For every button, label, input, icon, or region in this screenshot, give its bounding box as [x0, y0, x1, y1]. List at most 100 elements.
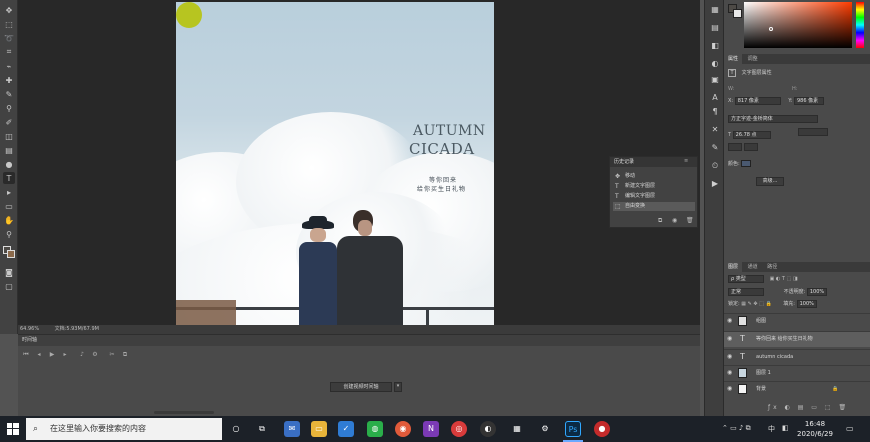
panel-menu-icon[interactable]: ≡ — [684, 158, 688, 164]
play-icon[interactable]: ▶ — [48, 351, 56, 359]
tools-icon[interactable]: ✕ — [709, 124, 721, 136]
eraser-tool-icon[interactable]: ◫ — [3, 130, 15, 142]
libraries-icon[interactable]: ◧ — [709, 40, 721, 52]
zoom-slider[interactable] — [154, 411, 214, 414]
layer-row[interactable]: ◉ T autumn cicada — [724, 349, 870, 363]
prev-frame-icon[interactable]: ◂ — [35, 351, 43, 359]
todo-app-icon[interactable]: ✓ — [338, 421, 354, 437]
gradient-tool-icon[interactable]: ▤ — [3, 144, 15, 156]
ime-indicator[interactable]: 中 — [768, 424, 775, 434]
split-icon[interactable]: ✂ — [108, 351, 116, 359]
mail-app-icon[interactable]: ✉ — [284, 421, 300, 437]
lasso-tool-icon[interactable]: ➰ — [3, 32, 15, 44]
styles-icon[interactable]: ▣ — [709, 74, 721, 86]
marquee-tool-icon[interactable]: ⬚ — [3, 18, 15, 30]
path-select-icon[interactable]: ▸ — [3, 186, 15, 198]
taskbar-search-box[interactable]: ⌕ 在这里输入你要搜索的内容 — [26, 418, 222, 440]
background-color-swatch[interactable] — [7, 250, 15, 258]
kerning-field[interactable] — [743, 143, 758, 151]
swatches-icon[interactable]: ▤ — [709, 22, 721, 34]
zoom-tool-icon[interactable]: ⚲ — [3, 228, 15, 240]
screen-mode-icon[interactable]: ▢ — [3, 280, 15, 292]
timeline-title[interactable]: 时间轴 — [18, 335, 700, 346]
eye-icon[interactable]: ◉ — [727, 366, 732, 380]
eye-icon[interactable]: ◉ — [727, 332, 732, 346]
chevron-down-icon[interactable]: ▾ — [394, 382, 402, 392]
leading-field[interactable] — [798, 128, 829, 136]
color-panel-icon[interactable]: ▦ — [709, 4, 721, 16]
tab-layers[interactable]: 图层 — [724, 262, 743, 272]
history-item[interactable]: T 新建文字图层 — [613, 182, 695, 191]
layer-row[interactable]: ◉ T 等你回来 给你买生日礼物 — [724, 331, 870, 347]
font-family-select[interactable]: 方正字迹-金桥简体 — [728, 115, 818, 123]
eye-icon[interactable]: ◉ — [727, 382, 732, 396]
system-clock[interactable]: 16:48 2020/6/29 — [796, 419, 834, 439]
audio-icon[interactable]: ♪ — [78, 351, 86, 359]
move-tool-icon[interactable]: ✥ — [3, 4, 15, 16]
fill-field[interactable]: 100% — [796, 300, 817, 308]
dodge-tool-icon[interactable]: ● — [3, 158, 15, 170]
windows-start-icon[interactable] — [0, 416, 26, 442]
app-icon-network[interactable]: ⚙ — [537, 421, 553, 437]
adjustments-icon[interactable]: ◐ — [709, 58, 721, 70]
hue-slider[interactable] — [856, 2, 864, 48]
file-explorer-icon[interactable]: ▭ — [311, 421, 327, 437]
lock-icons[interactable]: ▦ ✎ ✥ ⬚ 🔒 — [741, 301, 771, 307]
width-field[interactable]: 817 像素 — [734, 97, 781, 105]
actions-icon[interactable]: ▶ — [709, 178, 721, 190]
camera-icon[interactable]: ◉ — [672, 217, 677, 224]
tray-app-icon[interactable]: ◧ — [782, 424, 789, 432]
chrome-icon[interactable]: ◎ — [451, 421, 467, 437]
recorder-app-icon[interactable]: ● — [594, 421, 610, 437]
layer-row[interactable]: ◉ 组图 — [724, 313, 870, 327]
brush-settings-icon[interactable]: ✎ — [709, 142, 721, 154]
app-icon-blue[interactable]: ▦ — [509, 421, 525, 437]
blend-mode-select[interactable]: 正常 — [728, 288, 764, 296]
photoshop-app-icon[interactable]: Ps — [565, 421, 581, 437]
layer-actions[interactable]: ƒx ◐ ▤ ▭ ⬚ 🗑 — [768, 404, 868, 414]
type-tool-icon[interactable]: T — [3, 172, 15, 184]
eye-icon[interactable]: ◉ — [727, 314, 732, 328]
healing-tool-icon[interactable]: ✚ — [3, 74, 15, 86]
shape-tool-icon[interactable]: ▭ — [3, 200, 15, 212]
document-canvas[interactable]: AUTUMN CICADA 等你回来 给你买生日礼物 — [176, 2, 494, 325]
transition-icon[interactable]: ⧉ — [121, 351, 129, 359]
paragraph-icon[interactable]: ¶ — [709, 106, 721, 118]
character-icon[interactable]: A — [709, 92, 721, 104]
notification-icon[interactable]: ▭ — [846, 424, 854, 433]
next-frame-icon[interactable]: ▸ — [61, 351, 69, 359]
first-frame-icon[interactable]: ⏮ — [22, 351, 30, 359]
layer-row[interactable]: ◉ 图层 1 — [724, 365, 870, 379]
advanced-button[interactable]: 高级... — [756, 177, 784, 186]
layer-row[interactable]: ◉ 背景 🔒 — [724, 381, 870, 395]
stamp-tool-icon[interactable]: ⚲ — [3, 102, 15, 114]
zoom-level[interactable]: 64.96% — [20, 326, 39, 332]
onenote-icon[interactable]: N — [423, 421, 439, 437]
crop-tool-icon[interactable]: ⌗ — [3, 46, 15, 58]
tab-channels[interactable]: 通道 — [744, 262, 762, 272]
color-picker-field[interactable] — [744, 2, 852, 48]
browser-icon[interactable]: ◉ — [395, 421, 411, 437]
layer-filter-select[interactable]: ρ 类型 — [728, 275, 764, 283]
tracking-field[interactable] — [728, 143, 742, 151]
settings-icon[interactable]: ⚙ — [91, 351, 99, 359]
filter-icons[interactable]: ▣ ◐ T ⬚ ◨ — [770, 276, 798, 282]
document-info[interactable]: 文档:5.93M/67.9M — [55, 326, 99, 332]
history-brush-icon[interactable]: ✐ — [3, 116, 15, 128]
cortana-icon[interactable]: ○ — [228, 421, 244, 437]
history-item[interactable]: ⬚ 自由变换 — [613, 202, 695, 211]
tab-adjustments[interactable]: 调整 — [744, 54, 762, 64]
eye-icon[interactable]: ◉ — [727, 350, 732, 364]
wechat-icon[interactable]: ◍ — [367, 421, 383, 437]
background-swatch[interactable] — [733, 9, 742, 18]
brush-tool-icon[interactable]: ✎ — [3, 88, 15, 100]
tray-icons[interactable]: ⌃ ▭ ♪ ⧉ — [722, 424, 751, 433]
opacity-field[interactable]: 100% — [806, 288, 828, 296]
create-video-timeline-button[interactable]: 创建视频时间轴 — [330, 382, 392, 392]
history-item[interactable]: ✥ 移动 — [613, 172, 695, 181]
task-view-icon[interactable]: ⧉ — [254, 421, 270, 437]
height-field[interactable]: 986 像素 — [793, 97, 824, 105]
tab-paths[interactable]: 路径 — [763, 262, 781, 272]
hand-tool-icon[interactable]: ✋ — [3, 214, 15, 226]
tab-properties[interactable]: 属性 — [724, 54, 743, 64]
